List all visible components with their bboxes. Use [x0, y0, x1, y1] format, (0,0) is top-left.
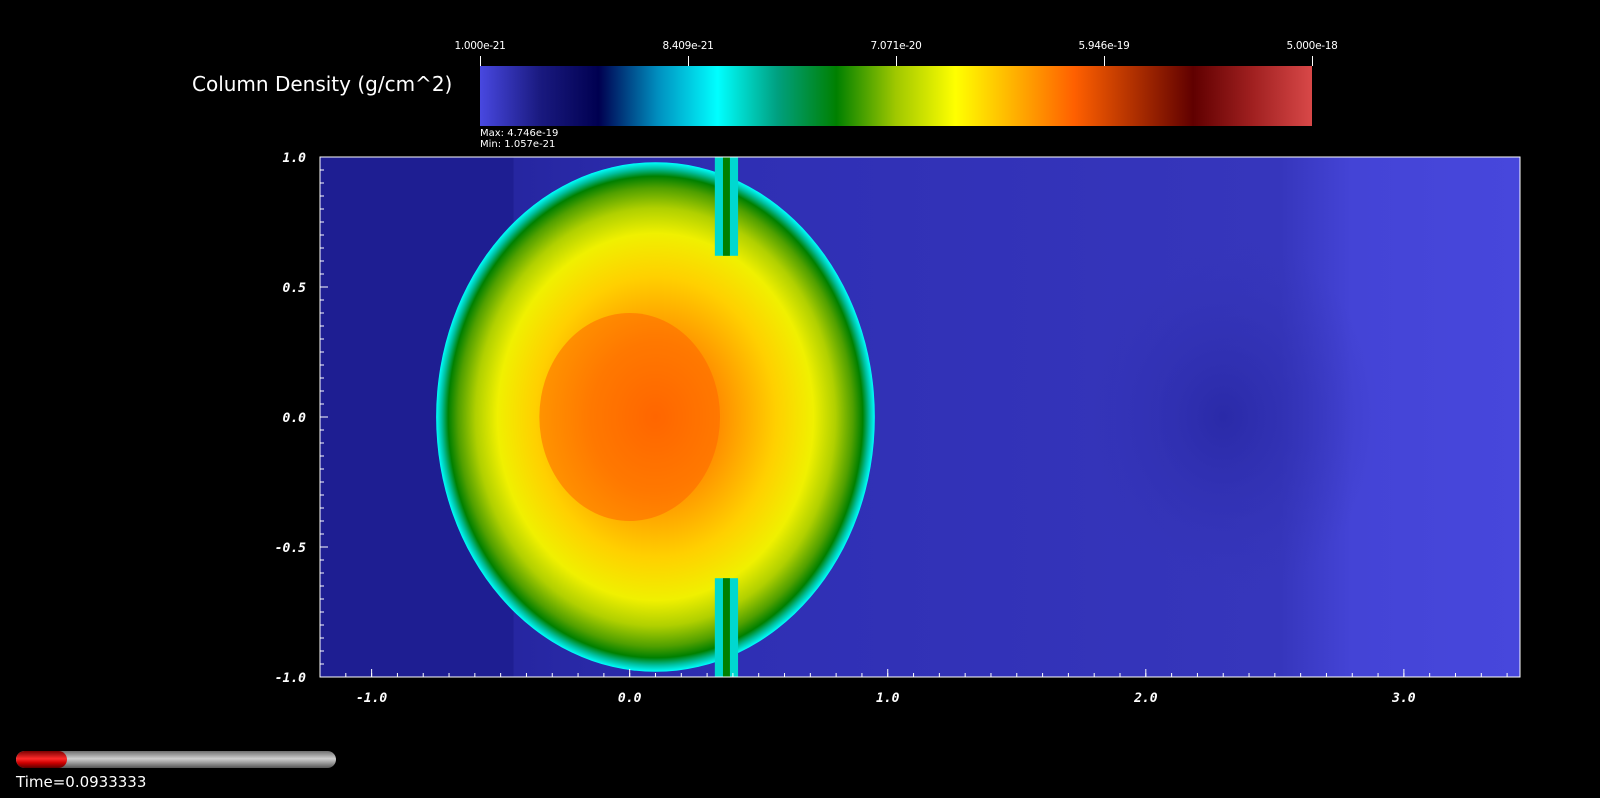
x-tick-label: 2.0 [1133, 691, 1158, 706]
shock-filament-top-core [722, 157, 730, 256]
shock-filament-bottom-core [722, 578, 730, 677]
time-progress-fill [16, 751, 68, 768]
x-tick-label: -1.0 [356, 691, 387, 706]
cloud-core [539, 313, 720, 521]
x-tick-label: 1.0 [876, 691, 900, 706]
x-tick-label: 0.0 [618, 691, 642, 706]
y-tick-label: 0.0 [283, 411, 307, 426]
y-tick-label: -0.5 [275, 541, 306, 556]
density-plot: -1.0 0.0 1.0 2.0 3.0 1.0 0.5 0.0 -0.5 -1.0 [275, 151, 1521, 706]
wake-region [1068, 235, 1379, 599]
y-tick-label: 1.0 [283, 151, 307, 166]
y-tick-label: 0.5 [283, 281, 307, 296]
density-field [320, 157, 1520, 677]
x-tick-label: 3.0 [1391, 691, 1416, 706]
y-tick-label: -1.0 [275, 671, 306, 686]
time-label: Time=0.0933333 [16, 773, 147, 791]
time-progress-bar [16, 751, 336, 768]
